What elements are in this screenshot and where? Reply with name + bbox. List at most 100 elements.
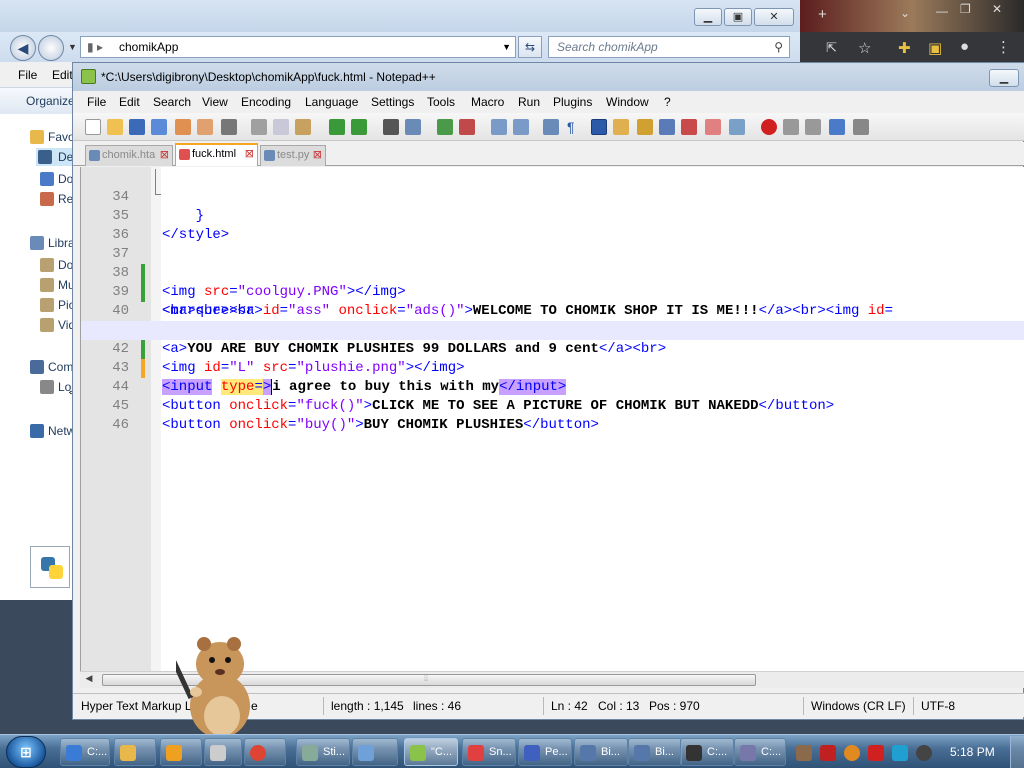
- tab-chomik-hta[interactable]: chomik.hta ⊠: [85, 145, 173, 166]
- code-line[interactable]: 38 <marquee><a id="ass" onclick="ads()">…: [81, 245, 1024, 319]
- tray-search-icon[interactable]: [844, 745, 860, 761]
- taskbar-button-media[interactable]: [160, 738, 202, 766]
- tray-volume-icon[interactable]: [916, 745, 932, 761]
- code-line[interactable]: 37 <img src="coolguy.PNG"></img>: [81, 226, 1024, 300]
- code-editor[interactable]: 34 } 35 </style> 36 37 <img src="coolguy…: [80, 167, 1024, 671]
- zoom-in-icon[interactable]: [437, 119, 453, 135]
- save-icon[interactable]: [129, 119, 145, 135]
- tab-close-icon[interactable]: ⊠: [313, 146, 322, 165]
- stop-macro-icon[interactable]: [783, 119, 799, 135]
- menu-run[interactable]: Run: [518, 95, 540, 109]
- menu-macro[interactable]: Macro: [471, 95, 504, 109]
- tray-flag-icon[interactable]: [868, 745, 884, 761]
- indent-guide-icon[interactable]: [591, 119, 607, 135]
- code-line[interactable]: 45 <button onclick="buy()">BUY CHOMIK PL…: [81, 378, 1024, 433]
- organize-button[interactable]: Organize: [26, 94, 75, 108]
- taskbar-button-window[interactable]: [352, 738, 398, 766]
- menu-edit[interactable]: Edit: [119, 95, 140, 109]
- code-line[interactable]: 44 <button onclick="fuck()">CLICK ME TO …: [81, 359, 1024, 414]
- code-line[interactable]: 40 <a>YOU ARE BUY CHOMIK PLUSHIES 99 DOL…: [81, 283, 1024, 357]
- tree-item-pictures[interactable]: Pictures: [58, 296, 72, 314]
- function-list-icon[interactable]: [659, 119, 675, 135]
- profile-avatar-icon[interactable]: ●: [960, 38, 969, 55]
- save-all-icon[interactable]: [151, 119, 167, 135]
- monitoring-icon[interactable]: [705, 119, 721, 135]
- paste-icon[interactable]: [295, 119, 311, 135]
- chevron-down-icon[interactable]: ⌄: [900, 6, 910, 20]
- taskbar-button-paint[interactable]: Pe...: [518, 738, 572, 766]
- code-line[interactable]: 34 }: [81, 169, 1024, 224]
- menu-search[interactable]: Search: [153, 95, 191, 109]
- menu-window[interactable]: Window: [606, 95, 649, 109]
- taskbar-button-cmd[interactable]: C:...: [60, 738, 110, 766]
- npp-minimize-button[interactable]: ▁: [989, 69, 1019, 87]
- tree-item-documents[interactable]: Documents: [58, 256, 72, 274]
- explorer-menu-edit[interactable]: Edit: [52, 68, 73, 82]
- tray-network-icon[interactable]: [892, 745, 908, 761]
- udl-icon[interactable]: [613, 119, 629, 135]
- find-icon[interactable]: [383, 119, 399, 135]
- tree-item-computer[interactable]: Computer: [48, 358, 72, 376]
- tray-app-icon[interactable]: [796, 745, 812, 761]
- cut-icon[interactable]: [251, 119, 267, 135]
- run-macro-multiple-icon[interactable]: [829, 119, 845, 135]
- minimize-icon[interactable]: —: [936, 4, 948, 18]
- tab-fuck-html[interactable]: fuck.html ⊠: [175, 143, 258, 166]
- undo-icon[interactable]: [329, 119, 345, 135]
- show-desktop-button[interactable]: [1010, 736, 1024, 768]
- menu-plugins[interactable]: Plugins: [553, 95, 592, 109]
- taskbar-button-explorer-2[interactable]: C:...: [734, 738, 786, 766]
- address-bar[interactable]: ▮ ▸ chomikApp ▼: [80, 36, 516, 58]
- code-line[interactable]: 35 </style>: [81, 188, 1024, 243]
- taskbar-button-snipping[interactable]: Sn...: [462, 738, 516, 766]
- tab-test-py[interactable]: test.py ⊠: [260, 145, 326, 166]
- close-button[interactable]: ✕: [754, 8, 794, 26]
- address-dropdown-icon[interactable]: ▼: [502, 37, 511, 57]
- tree-item-music[interactable]: Music: [58, 276, 72, 294]
- taskbar-button-7zip[interactable]: C:...: [680, 738, 734, 766]
- refresh-button[interactable]: ⇆: [518, 36, 542, 58]
- taskbar-button-chrome[interactable]: [244, 738, 286, 766]
- word-wrap-icon[interactable]: [543, 119, 559, 135]
- show-all-chars-icon[interactable]: ¶: [567, 119, 583, 135]
- open-file-icon[interactable]: [107, 119, 123, 135]
- taskbar-button-explorer[interactable]: [114, 738, 156, 766]
- record-macro-icon[interactable]: [761, 119, 777, 135]
- tray-tool-icon[interactable]: [820, 745, 836, 761]
- maximize-button[interactable]: ▣: [724, 8, 752, 26]
- share-icon[interactable]: ⇱: [826, 40, 837, 56]
- tree-item-videos[interactable]: Videos: [58, 316, 72, 334]
- start-button[interactable]: ⊞: [6, 736, 46, 768]
- sync-vertical-icon[interactable]: [491, 119, 507, 135]
- tab-close-icon[interactable]: ⊠: [160, 146, 169, 165]
- menu-file[interactable]: File: [87, 95, 106, 109]
- explorer-menu-file[interactable]: File: [18, 68, 37, 82]
- taskbar-button-bi-2[interactable]: Bi...: [628, 738, 682, 766]
- python-file-icon[interactable]: [30, 546, 70, 588]
- minimize-button[interactable]: ▁: [694, 8, 722, 26]
- replace-icon[interactable]: [405, 119, 421, 135]
- code-line-current[interactable]: 42 <input type=>i agree to buy this with…: [81, 321, 1024, 395]
- close-all-icon[interactable]: [197, 119, 213, 135]
- save-macro-icon[interactable]: [853, 119, 869, 135]
- redo-icon[interactable]: [351, 119, 367, 135]
- restore-icon[interactable]: ❐: [960, 2, 971, 16]
- taskbar-clock[interactable]: 5:18 PM: [950, 745, 995, 759]
- menu-settings[interactable]: Settings: [371, 95, 414, 109]
- taskbar-button-sticky[interactable]: Sti...: [296, 738, 350, 766]
- code-line[interactable]: 39 <br><br><br>: [81, 264, 1024, 319]
- new-tab-icon[interactable]: +: [818, 6, 827, 23]
- copy-icon[interactable]: [273, 119, 289, 135]
- folder-as-workspace-icon[interactable]: [681, 119, 697, 135]
- taskbar-button-calculator[interactable]: [204, 738, 242, 766]
- search-input[interactable]: Search chomikApp ⚲: [548, 36, 790, 58]
- recent-pages-icon[interactable]: ▼: [68, 42, 77, 52]
- tree-item-recent-places[interactable]: Recent Places: [58, 190, 72, 208]
- close-icon[interactable]: ✕: [992, 2, 1002, 16]
- back-button[interactable]: ◀: [10, 35, 36, 61]
- taskbar-button-notepadpp[interactable]: "C...: [404, 738, 458, 766]
- menu-encoding[interactable]: Encoding: [241, 95, 291, 109]
- menu-tools[interactable]: Tools: [427, 95, 455, 109]
- code-line[interactable]: 36: [81, 207, 1024, 243]
- code-line[interactable]: 41 <img id="L" src="plushie.png"></img>: [81, 302, 1024, 376]
